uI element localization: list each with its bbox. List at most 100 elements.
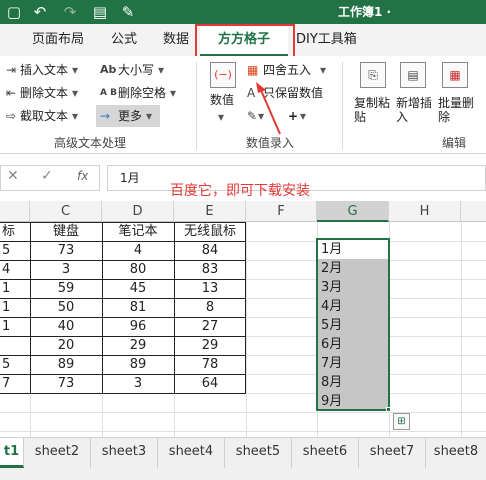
tab-diy-toolbox[interactable]: DIY工具箱 bbox=[296, 24, 357, 56]
column-header-c[interactable]: C bbox=[30, 201, 102, 222]
table-cell[interactable]: 83 bbox=[174, 260, 246, 279]
table-cell[interactable]: 1 bbox=[0, 298, 30, 317]
more-button[interactable]: 更多 bbox=[118, 108, 142, 124]
table-cell[interactable]: 13 bbox=[174, 279, 246, 298]
sheet-tab-1[interactable]: t1 bbox=[0, 438, 24, 468]
column-header-b[interactable] bbox=[0, 201, 30, 222]
table-cell[interactable]: 29 bbox=[174, 336, 246, 355]
round-button[interactable]: 四舍五入 bbox=[263, 62, 311, 78]
table-header-cell[interactable]: 笔记本 bbox=[102, 222, 174, 241]
table-cell[interactable]: 3 bbox=[30, 260, 102, 279]
table-cell[interactable]: 7 bbox=[0, 374, 30, 393]
table-header-cell[interactable]: 无线鼠标 bbox=[174, 222, 246, 241]
table-border bbox=[0, 279, 246, 280]
sheet-tab-5[interactable]: sheet5 bbox=[225, 438, 292, 468]
table-cell[interactable]: 5 bbox=[0, 355, 30, 374]
batch-delete-icon: ▦ bbox=[442, 62, 468, 88]
delete-space-button[interactable]: 删除空格 bbox=[118, 85, 166, 101]
extract-text-button[interactable]: 截取文本 bbox=[20, 108, 68, 124]
sheet-tab-8[interactable]: sheet8 bbox=[426, 438, 486, 468]
insert-text-icon: ⇥ bbox=[6, 63, 17, 77]
table-header-cell[interactable]: 键盘 bbox=[30, 222, 102, 241]
table-cell[interactable]: 78 bbox=[174, 355, 246, 374]
table-cell[interactable]: 1 bbox=[0, 279, 30, 298]
quick-analysis-icon[interactable]: ⊞ bbox=[393, 413, 410, 430]
copy-paste-icon: ⎘ bbox=[360, 62, 386, 88]
chevron-down-icon[interactable]: ▾ bbox=[320, 62, 326, 78]
table-cell[interactable]: 89 bbox=[102, 355, 174, 374]
table-cell[interactable]: 20 bbox=[30, 336, 102, 355]
sheet-tab-3[interactable]: sheet3 bbox=[91, 438, 158, 468]
sheet-tab-7[interactable]: sheet7 bbox=[359, 438, 426, 468]
table-cell[interactable]: 81 bbox=[102, 298, 174, 317]
confirm-icon[interactable]: ✓ bbox=[41, 168, 53, 184]
cancel-icon[interactable]: ✕ bbox=[7, 168, 19, 184]
function-icon[interactable]: fx bbox=[77, 169, 88, 183]
table-cell[interactable]: 27 bbox=[174, 317, 246, 336]
table-cell[interactable]: 1 bbox=[0, 317, 30, 336]
sheet-tab-6[interactable]: sheet6 bbox=[292, 438, 359, 468]
column-header-d[interactable]: D bbox=[102, 201, 174, 222]
workbook-title: 工作簿1 · bbox=[338, 5, 392, 19]
table-border bbox=[0, 260, 246, 261]
format-painter-icon[interactable]: ✎ bbox=[120, 2, 136, 22]
table-cell[interactable]: 64 bbox=[174, 374, 246, 393]
table-border bbox=[102, 222, 103, 393]
chevron-down-icon[interactable]: ▾ bbox=[72, 62, 78, 78]
column-header-g[interactable]: G bbox=[317, 201, 389, 222]
copy-paste-button[interactable]: 复制粘贴 bbox=[354, 96, 394, 124]
name-box[interactable]: ✕ ✓ fx bbox=[0, 165, 100, 191]
tab-formulas[interactable]: 公式 bbox=[111, 24, 137, 56]
table-cell[interactable]: 5 bbox=[0, 241, 30, 260]
column-header-e[interactable]: E bbox=[174, 201, 246, 222]
value-button[interactable]: 数值 bbox=[210, 92, 234, 108]
table-header-cell[interactable]: 标 bbox=[0, 222, 30, 241]
table-cell[interactable]: 29 bbox=[102, 336, 174, 355]
sheet-tab-2[interactable]: sheet2 bbox=[24, 438, 91, 468]
table-cell[interactable]: 73 bbox=[30, 241, 102, 260]
table-cell[interactable]: 84 bbox=[174, 241, 246, 260]
column-header-i[interactable] bbox=[461, 201, 486, 222]
group-label-number: 数值录入 bbox=[246, 136, 295, 150]
chevron-down-icon[interactable]: ▾ bbox=[170, 85, 176, 101]
spreadsheet-grid[interactable]: C D E F G H 标 键盘 笔记本 无线鼠标 5 73 4 84 4 3 … bbox=[0, 201, 486, 437]
sheet-tab-4[interactable]: sheet4 bbox=[158, 438, 225, 468]
tab-data[interactable]: 数据 bbox=[163, 24, 189, 56]
table-cell[interactable] bbox=[0, 336, 30, 355]
save-icon[interactable]: ▢ bbox=[6, 2, 22, 22]
sheet-tab-bar: t1 sheet2 sheet3 sheet4 sheet5 sheet6 sh… bbox=[0, 437, 486, 480]
table-cell[interactable]: 4 bbox=[102, 241, 174, 260]
case-button[interactable]: 大小写 bbox=[118, 62, 154, 78]
chevron-down-icon[interactable]: ▾ bbox=[72, 85, 78, 101]
file-icon[interactable]: ▤ bbox=[92, 2, 108, 22]
table-cell[interactable]: 3 bbox=[102, 374, 174, 393]
arrow-right-icon: → bbox=[100, 109, 111, 123]
table-cell[interactable]: 4 bbox=[0, 260, 30, 279]
plus-button[interactable]: + bbox=[288, 108, 298, 124]
chevron-down-icon[interactable]: ▾ bbox=[146, 108, 152, 124]
table-cell[interactable]: 73 bbox=[30, 374, 102, 393]
table-cell[interactable]: 59 bbox=[30, 279, 102, 298]
table-cell[interactable]: 89 bbox=[30, 355, 102, 374]
column-header-h[interactable]: H bbox=[389, 201, 461, 222]
table-cell[interactable]: 40 bbox=[30, 317, 102, 336]
table-cell[interactable]: 96 bbox=[102, 317, 174, 336]
table-cell[interactable]: 8 bbox=[174, 298, 246, 317]
grid-line bbox=[246, 222, 247, 437]
chevron-down-icon[interactable]: ▾ bbox=[218, 109, 224, 125]
batch-delete-button[interactable]: 批量删除 bbox=[438, 96, 478, 124]
table-cell[interactable]: 45 bbox=[102, 279, 174, 298]
table-cell[interactable]: 50 bbox=[30, 298, 102, 317]
tab-page-layout[interactable]: 页面布局 bbox=[32, 24, 84, 56]
chevron-down-icon[interactable]: ▾ bbox=[158, 62, 164, 78]
chevron-down-icon[interactable]: ▾ bbox=[72, 108, 78, 124]
redo-icon[interactable]: ↷ bbox=[58, 2, 82, 22]
undo-icon[interactable]: ↶ bbox=[28, 2, 52, 22]
insert-text-button[interactable]: 插入文本 bbox=[20, 62, 68, 78]
column-header-f[interactable]: F bbox=[246, 201, 317, 222]
add-insert-button[interactable]: 新增插入 bbox=[396, 96, 436, 124]
chevron-down-icon[interactable]: ▾ bbox=[300, 108, 306, 124]
table-cell[interactable]: 80 bbox=[102, 260, 174, 279]
delete-text-button[interactable]: 删除文本 bbox=[20, 85, 68, 101]
fill-handle[interactable] bbox=[386, 407, 391, 412]
